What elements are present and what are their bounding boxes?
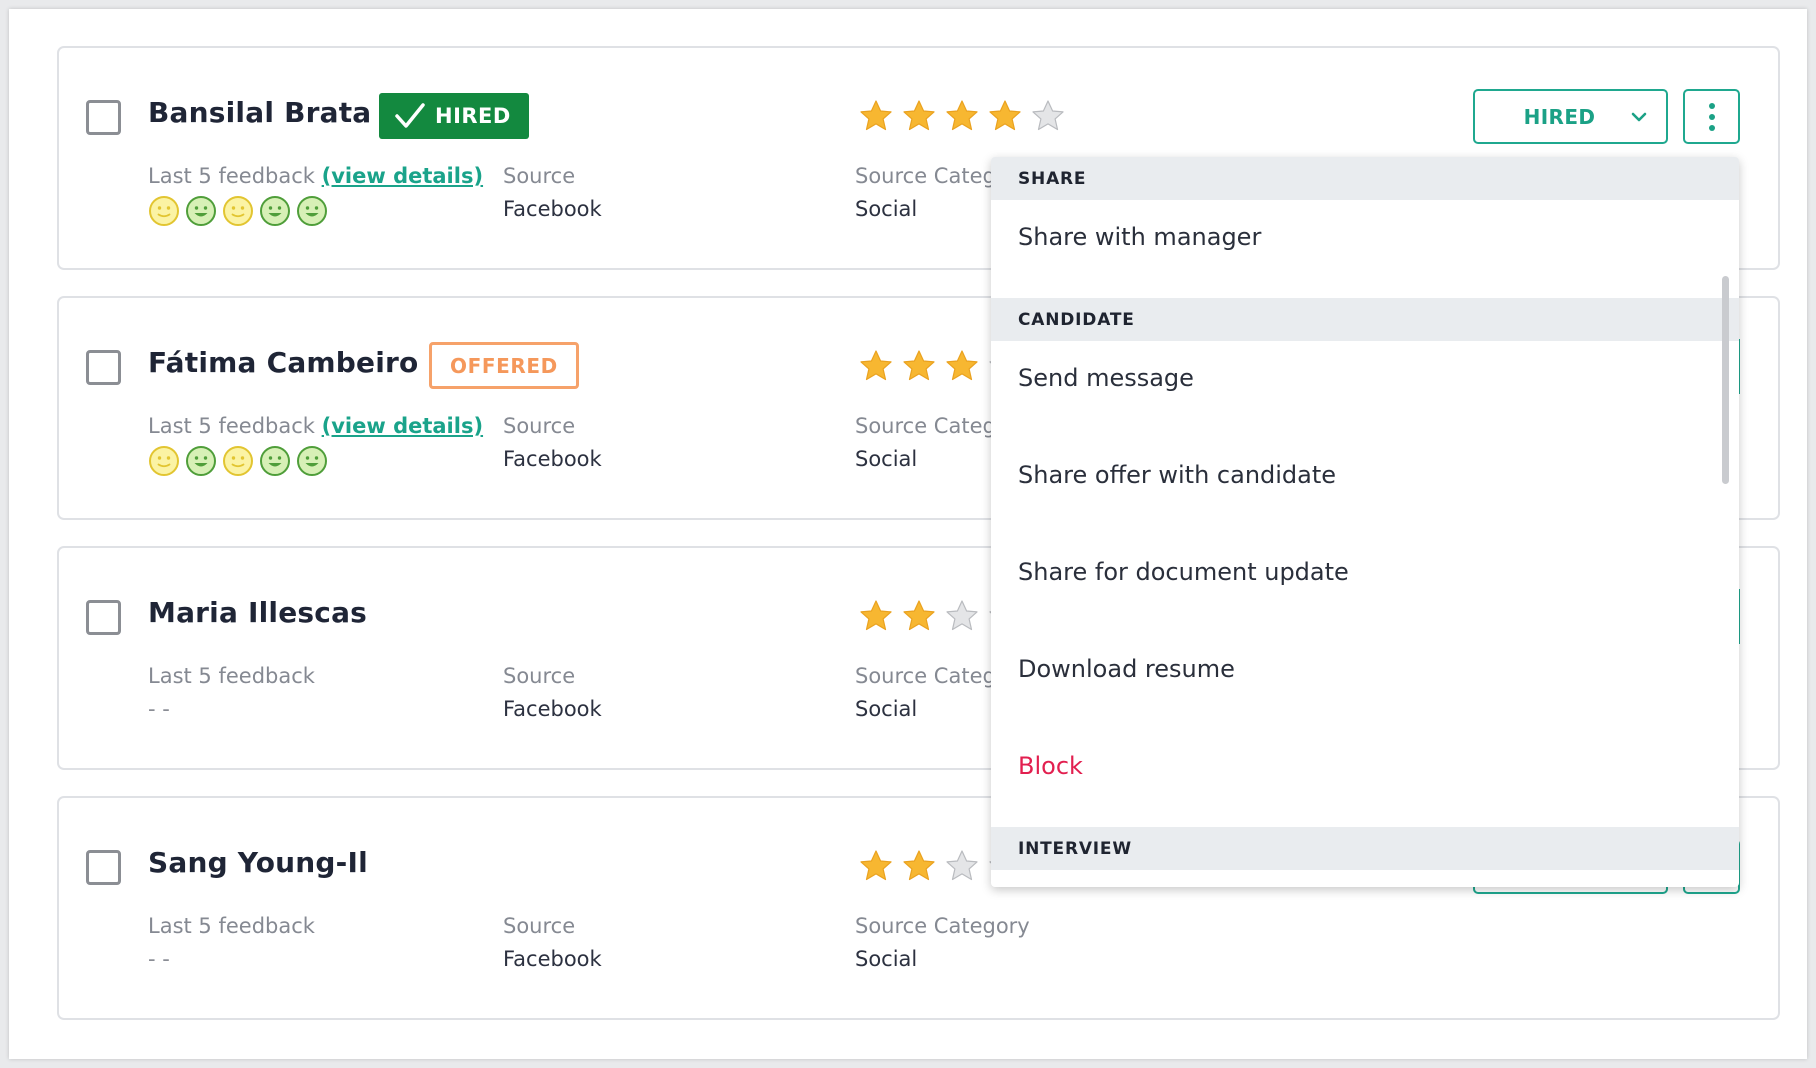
neutral-face-icon [149,446,179,476]
select-checkbox[interactable] [86,600,121,635]
star-icon[interactable] [902,349,936,383]
feedback-label: Last 5 feedback [148,914,315,938]
feedback-empty: - - [148,697,170,721]
happy-face-icon [186,446,216,476]
source-label: Source [503,164,576,188]
candidate-name[interactable]: Fátima Cambeiro [148,346,418,379]
star-icon[interactable] [859,849,893,883]
star-icon[interactable] [902,849,936,883]
star-icon[interactable] [859,99,893,133]
feedback-empty: - - [148,947,170,971]
menu-item-share-offer[interactable]: Share offer with candidate [1018,461,1336,489]
star-icon[interactable] [859,599,893,633]
badge-label: HIRED [435,104,511,128]
select-checkbox[interactable] [86,350,121,385]
star-icon[interactable] [902,599,936,633]
menu-section-interview: INTERVIEW [991,827,1739,870]
menu-item-block[interactable]: Block [1018,752,1083,780]
candidate-name[interactable]: Bansilal Brata [148,96,371,129]
source-category-value: Social [855,697,918,721]
star-icon[interactable] [1031,99,1065,133]
star-icon[interactable] [859,349,893,383]
neutral-face-icon [223,446,253,476]
menu-section-share: SHARE [991,157,1739,200]
more-options-button[interactable] [1683,89,1740,144]
happy-face-icon [297,446,327,476]
view-details-link[interactable]: (view details) [322,164,483,188]
feedback-label: Last 5 feedback (view details) [148,414,484,438]
menu-item-download-resume[interactable]: Download resume [1018,655,1235,683]
source-value: Facebook [503,197,602,221]
source-value: Facebook [503,697,602,721]
source-category-value: Social [855,197,918,221]
status-dropdown[interactable]: HIRED [1473,89,1668,144]
more-vertical-icon [1708,102,1715,109]
candidate-name[interactable]: Sang Young-Il [148,846,368,879]
source-value: Facebook [503,947,602,971]
star-icon[interactable] [945,599,979,633]
view-details-link[interactable]: (view details) [322,414,483,438]
source-category-value: Social [855,447,918,471]
source-category-value: Social [855,947,918,971]
menu-section-candidate: CANDIDATE [991,298,1739,341]
hired-badge: HIRED [379,93,529,139]
neutral-face-icon [149,196,179,226]
star-icon[interactable] [945,349,979,383]
source-category-label: Source Category [855,914,1030,938]
happy-face-icon [260,196,290,226]
more-options-menu: SHARE Share with manager CANDIDATE Send … [991,157,1739,887]
menu-item-share-with-manager[interactable]: Share with manager [1018,223,1261,251]
chevron-down-icon [1632,112,1647,121]
source-label: Source [503,664,576,688]
status-label: HIRED [1523,104,1596,129]
star-icon[interactable] [902,99,936,133]
feedback-faces [148,445,328,477]
candidate-name[interactable]: Maria Illescas [148,596,367,629]
rating-stars[interactable] [859,99,1065,133]
menu-scrollbar[interactable] [1722,276,1729,484]
select-checkbox[interactable] [86,850,121,885]
source-label: Source [503,914,576,938]
select-checkbox[interactable] [86,100,121,135]
menu-item-send-message[interactable]: Send message [1018,364,1194,392]
menu-item-share-document-update[interactable]: Share for document update [1018,558,1349,586]
star-icon[interactable] [945,849,979,883]
happy-face-icon [297,196,327,226]
candidate-list-frame: Bansilal Brata HIRED Last 5 feedback (vi… [9,9,1807,1059]
star-icon[interactable] [945,99,979,133]
feedback-faces [148,195,328,227]
feedback-label: Last 5 feedback [148,664,315,688]
star-icon[interactable] [988,99,1022,133]
source-value: Facebook [503,447,602,471]
happy-face-icon [260,446,290,476]
neutral-face-icon [223,196,253,226]
offered-badge: OFFERED [429,342,579,389]
source-label: Source [503,414,576,438]
feedback-label: Last 5 feedback (view details) [148,164,484,188]
happy-face-icon [186,196,216,226]
check-icon [395,103,425,128]
